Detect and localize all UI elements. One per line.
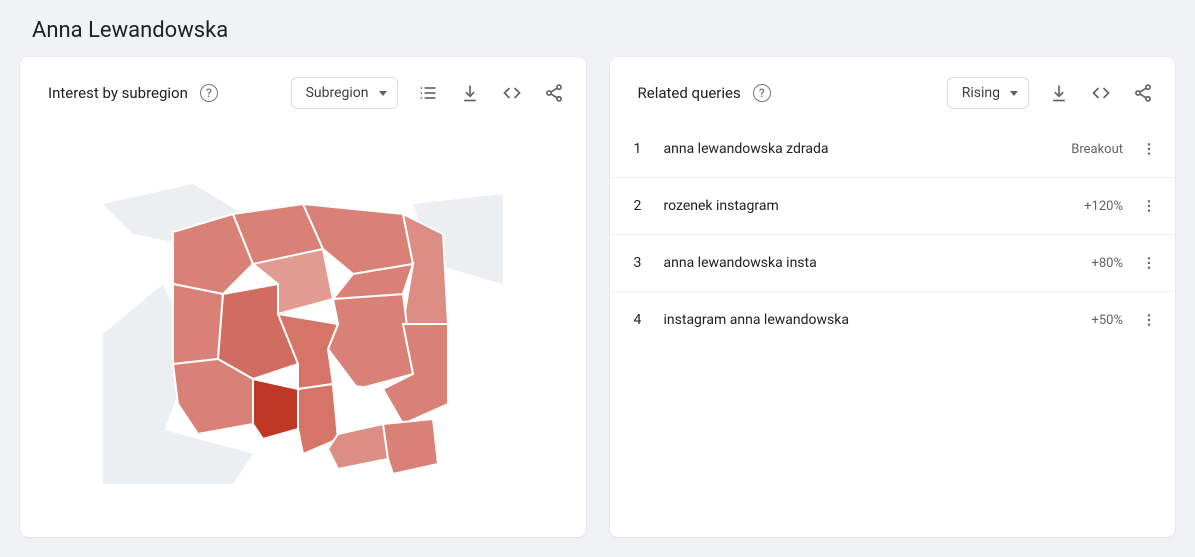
help-icon[interactable]: ?	[200, 84, 218, 102]
card-header: Related queries ? Rising	[610, 57, 1176, 121]
region-lubuskie[interactable]	[173, 284, 223, 364]
query-row[interactable]: 1 anna lewandowska zdrada Breakout	[610, 121, 1176, 178]
card-title: Related queries	[638, 84, 741, 102]
query-text: instagram anna lewandowska	[664, 312, 1076, 328]
page-title: Anna Lewandowska	[20, 10, 1175, 57]
download-icon[interactable]	[458, 81, 482, 105]
region-podkarpackie[interactable]	[383, 419, 438, 474]
subregion-selector[interactable]: Subregion	[291, 77, 398, 109]
query-value: +80%	[1091, 256, 1123, 271]
more-icon[interactable]	[1139, 312, 1159, 328]
query-rank: 1	[634, 141, 648, 157]
chevron-down-icon	[1010, 91, 1018, 96]
more-icon[interactable]	[1139, 255, 1159, 271]
share-icon[interactable]	[1131, 81, 1155, 105]
query-rank: 2	[634, 198, 648, 214]
query-rank: 4	[634, 312, 648, 328]
embed-icon[interactable]	[1089, 81, 1113, 105]
interest-by-subregion-card: Interest by subregion ? Subregion	[20, 57, 586, 537]
rising-selector-label: Rising	[962, 85, 1000, 101]
query-value: +50%	[1091, 313, 1123, 328]
download-icon[interactable]	[1047, 81, 1071, 105]
share-icon[interactable]	[542, 81, 566, 105]
embed-icon[interactable]	[500, 81, 524, 105]
rising-selector[interactable]: Rising	[947, 77, 1029, 109]
list-view-icon[interactable]	[416, 81, 440, 105]
poland-map[interactable]	[103, 174, 503, 484]
card-header: Interest by subregion ? Subregion	[20, 57, 586, 121]
query-text: rozenek instagram	[664, 198, 1069, 214]
help-icon[interactable]: ?	[753, 84, 771, 102]
query-value: +120%	[1084, 199, 1123, 214]
card-title: Interest by subregion	[48, 84, 188, 102]
query-row[interactable]: 2 rozenek instagram +120%	[610, 178, 1176, 235]
region-opolskie[interactable]	[253, 379, 298, 439]
query-value: Breakout	[1071, 142, 1123, 157]
query-text: anna lewandowska zdrada	[664, 141, 1056, 157]
more-icon[interactable]	[1139, 141, 1159, 157]
query-rank: 3	[634, 255, 648, 271]
query-row[interactable]: 3 anna lewandowska insta +80%	[610, 235, 1176, 292]
chevron-down-icon	[379, 91, 387, 96]
subregion-selector-label: Subregion	[306, 85, 369, 101]
more-icon[interactable]	[1139, 198, 1159, 214]
query-text: anna lewandowska insta	[664, 255, 1076, 271]
query-row[interactable]: 4 instagram anna lewandowska +50%	[610, 292, 1176, 348]
map-area	[20, 121, 586, 537]
related-queries-card: Related queries ? Rising	[610, 57, 1176, 537]
query-list: 1 anna lewandowska zdrada Breakout 2 roz…	[610, 121, 1176, 348]
